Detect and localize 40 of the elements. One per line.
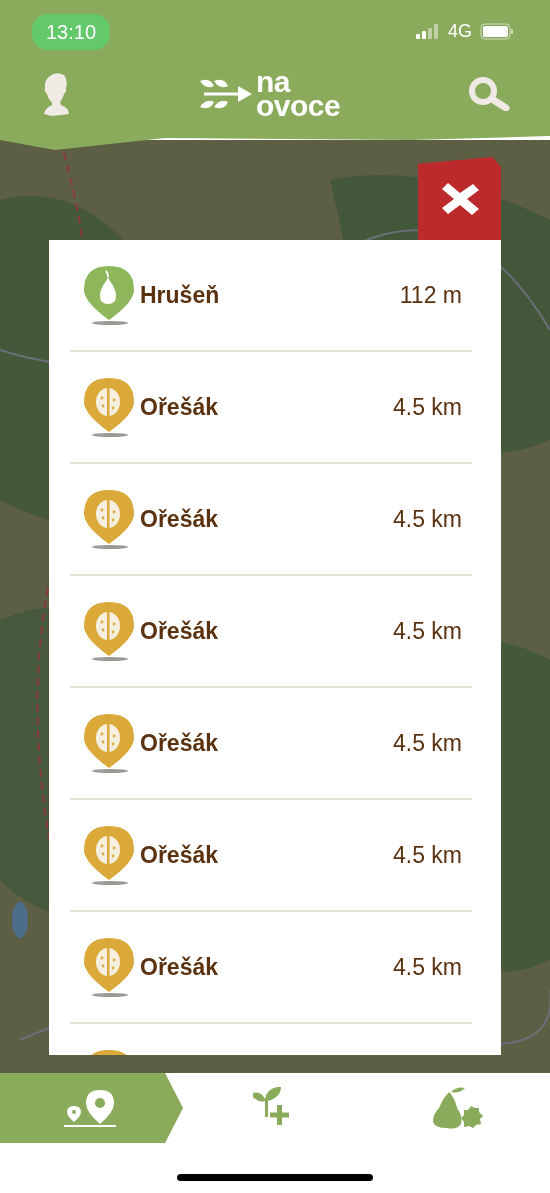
tree-name: Ořešák — [140, 952, 218, 982]
tree-name: Ořešák — [140, 616, 218, 646]
tree-name: Ořešák — [140, 392, 218, 422]
close-button[interactable] — [418, 157, 501, 240]
battery-icon — [480, 23, 514, 40]
signal-icon — [416, 24, 440, 39]
tree-name: Ořešák — [140, 504, 218, 534]
result-row[interactable]: Hrušeň 112 m — [70, 240, 472, 352]
result-row[interactable]: Ořešák 4.5 km — [70, 688, 472, 800]
leaf-arrow-icon — [197, 77, 252, 111]
status-time: 13:10 — [32, 14, 111, 50]
map-tab[interactable] — [0, 1073, 183, 1143]
logo-text: ovoce — [255, 94, 341, 118]
walnut-pin-icon — [82, 376, 136, 438]
pear-pin-icon — [82, 264, 136, 326]
logo-text: na — [255, 70, 292, 94]
tree-name: Ořešák — [140, 728, 218, 758]
distance-label: 4.5 km — [392, 840, 462, 870]
tree-name: Ořešák — [140, 840, 218, 870]
result-row[interactable]: Ořešák 4.5 km — [70, 800, 472, 912]
distance-label: 4.5 km — [392, 616, 462, 646]
distance-label: 4.5 km — [392, 728, 462, 758]
walnut-pin-icon — [82, 600, 136, 662]
tree-name: Hrušeň — [140, 280, 220, 310]
result-row[interactable]: Ořešák 4.5 km — [70, 352, 472, 464]
distance-label: 112 m — [399, 280, 462, 310]
result-row[interactable]: Ořešák 4.5 km — [70, 912, 472, 1024]
profile-icon[interactable] — [42, 72, 70, 116]
walnut-pin-icon — [82, 712, 136, 774]
search-icon[interactable] — [468, 77, 510, 111]
network-label: 4G — [448, 20, 472, 43]
walnut-pin-icon — [82, 936, 136, 998]
fruits-icon — [430, 1086, 485, 1130]
result-row[interactable]: Ořešák 4.5 km — [70, 576, 472, 688]
walnut-pin-icon — [82, 488, 136, 550]
walnut-pin-icon — [82, 824, 136, 886]
distance-label: 4.5 km — [392, 952, 462, 982]
distance-label: 4.5 km — [392, 392, 462, 422]
result-row[interactable]: Ořešák 4.5 km — [70, 464, 472, 576]
distance-label: 4.5 km — [392, 504, 462, 534]
